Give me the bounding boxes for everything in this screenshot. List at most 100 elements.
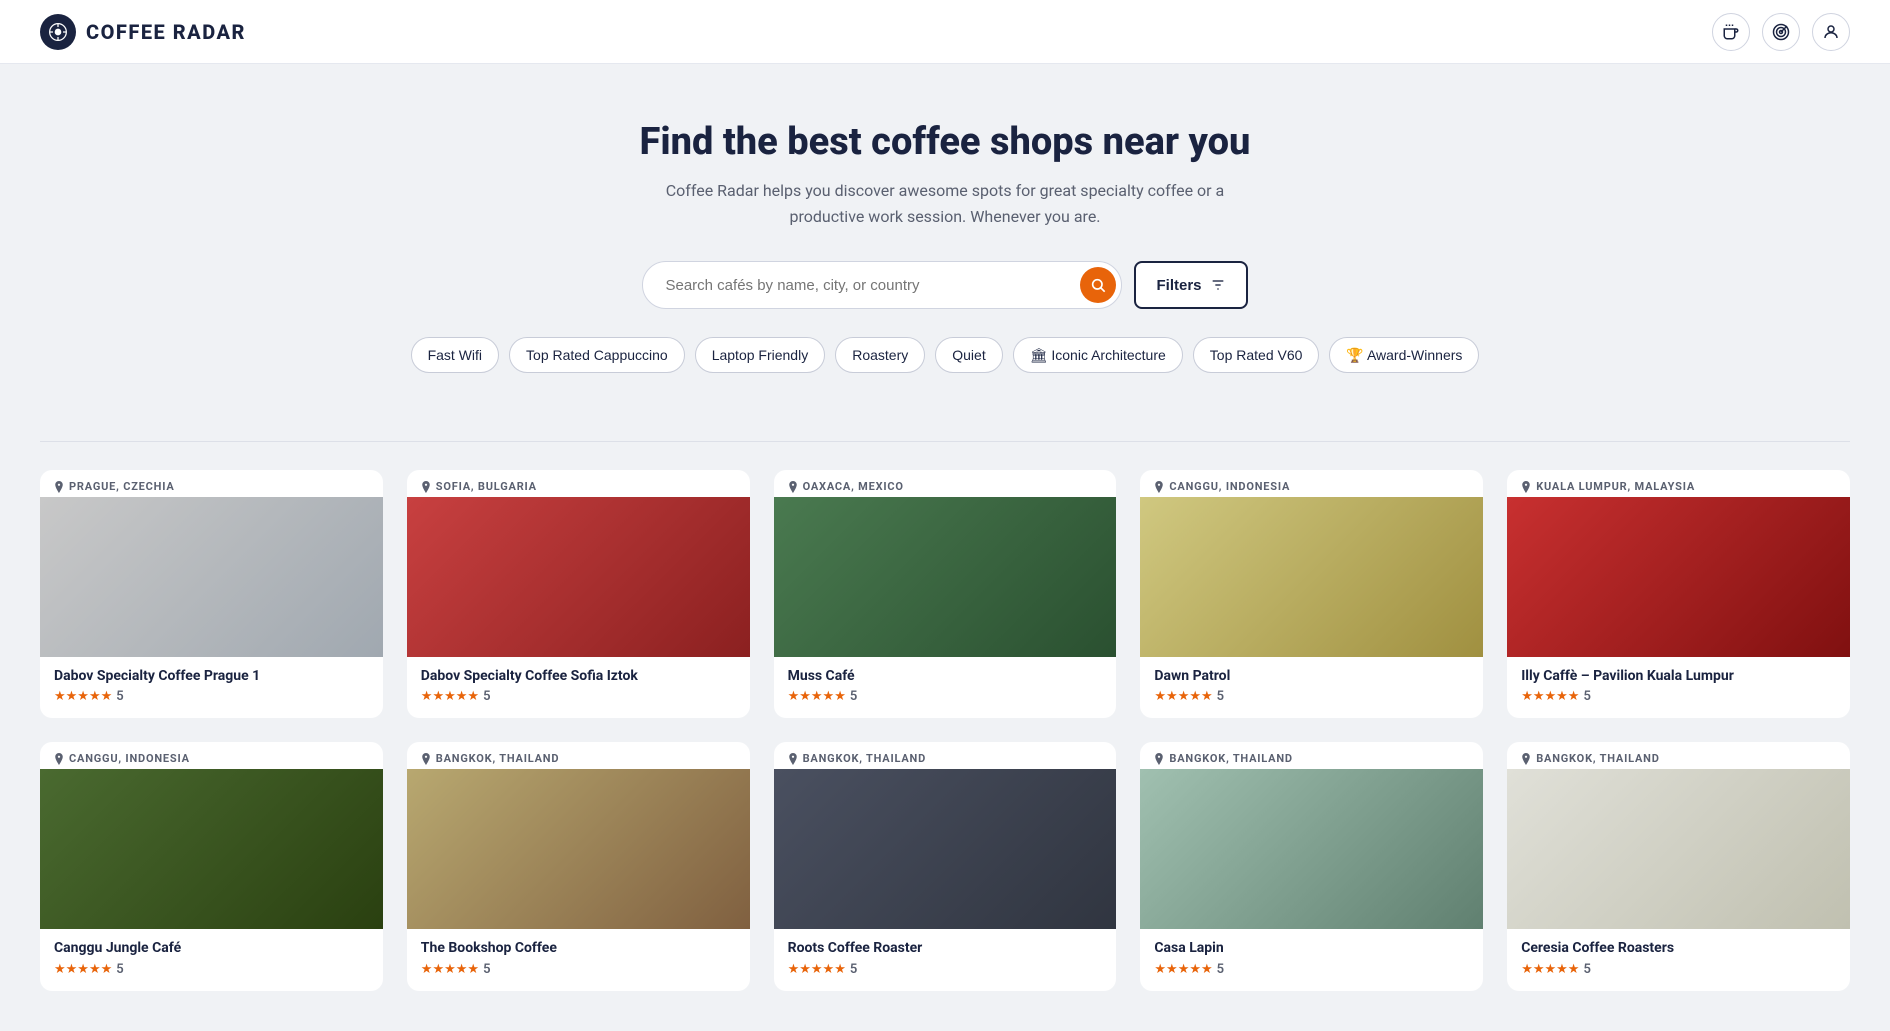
cafe-stars: ★★★★★	[54, 962, 112, 977]
cafe-card-body: Roots Coffee Roaster ★★★★★ 5	[774, 929, 1117, 990]
filter-tag[interactable]: 🏛 Iconic Architecture	[1013, 337, 1183, 373]
cafe-image	[407, 769, 750, 929]
filter-tag[interactable]: Roastery	[835, 337, 925, 373]
cafe-name: Illy Caffè – Pavilion Kuala Lumpur	[1521, 667, 1836, 685]
cafe-stars: ★★★★★	[421, 962, 479, 977]
cafe-name: Canggu Jungle Café	[54, 939, 369, 957]
cafe-rating-number: 5	[483, 962, 490, 977]
cafe-rating-number: 5	[850, 962, 857, 977]
cafe-rating: ★★★★★ 5	[1521, 962, 1836, 977]
cafe-rating-number: 5	[1217, 962, 1224, 977]
cafe-rating: ★★★★★ 5	[1154, 689, 1469, 704]
cafe-card-body: Dawn Patrol ★★★★★ 5	[1140, 657, 1483, 718]
filter-tags: Fast Wifi Top Rated Cappuccino Laptop Frie…	[20, 337, 1870, 373]
cafe-rating: ★★★★★ 5	[421, 962, 736, 977]
cafe-rating-number: 5	[483, 689, 490, 704]
logo-text: COFFEE RADAR	[86, 20, 246, 44]
search-input[interactable]	[642, 261, 1122, 309]
cafe-rating: ★★★★★ 5	[421, 689, 736, 704]
search-wrap	[642, 261, 1122, 309]
cafe-card-body: Muss Café ★★★★★ 5	[774, 657, 1117, 718]
search-button[interactable]	[1080, 267, 1116, 303]
cafe-card[interactable]: Canggu, Indonesia Dawn Patrol ★★★★★ 5	[1140, 470, 1483, 718]
cafe-card[interactable]: Bangkok, Thailand Ceresia Coffee Roaster…	[1507, 742, 1850, 990]
cafe-card-body: Dabov Specialty Coffee Sofia Iztok ★★★★★…	[407, 657, 750, 718]
cafe-rating-number: 5	[116, 689, 123, 704]
cafe-location: Bangkok, Thailand	[774, 742, 1117, 769]
cafe-image	[774, 769, 1117, 929]
cafe-name: Dabov Specialty Coffee Prague 1	[54, 667, 369, 685]
cafe-card-body: Casa Lapin ★★★★★ 5	[1140, 929, 1483, 990]
cafe-card[interactable]: Prague, Czechia Dabov Specialty Coffee P…	[40, 470, 383, 718]
cafe-card[interactable]: Bangkok, Thailand Casa Lapin ★★★★★ 5	[1140, 742, 1483, 990]
cafe-rating-number: 5	[1583, 689, 1590, 704]
filter-tag[interactable]: Top Rated V60	[1193, 337, 1320, 373]
cafe-rating: ★★★★★ 5	[54, 689, 369, 704]
cafe-image	[1507, 769, 1850, 929]
logo-icon	[40, 14, 76, 50]
cafe-name: Casa Lapin	[1154, 939, 1469, 957]
cafe-stars: ★★★★★	[788, 689, 846, 704]
filter-tag[interactable]: Laptop Friendly	[695, 337, 826, 373]
cafe-rating: ★★★★★ 5	[788, 962, 1103, 977]
cafe-location: Canggu, Indonesia	[1140, 470, 1483, 497]
cafe-rating: ★★★★★ 5	[54, 962, 369, 977]
cafe-stars: ★★★★★	[788, 962, 846, 977]
cafe-location: Canggu, Indonesia	[40, 742, 383, 769]
navbar: COFFEE RADAR	[0, 0, 1890, 64]
user-icon-btn[interactable]	[1812, 13, 1850, 51]
cafe-name: Ceresia Coffee Roasters	[1521, 939, 1836, 957]
cafe-card[interactable]: Kuala Lumpur, Malaysia Illy Caffè – Pavi…	[1507, 470, 1850, 718]
cafe-name: Roots Coffee Roaster	[788, 939, 1103, 957]
radar-icon-btn[interactable]	[1762, 13, 1800, 51]
cafe-rating-number: 5	[850, 689, 857, 704]
filter-tag[interactable]: Fast Wifi	[411, 337, 499, 373]
cafe-image	[1507, 497, 1850, 657]
cafe-stars: ★★★★★	[54, 689, 112, 704]
cafe-location: Bangkok, Thailand	[1140, 742, 1483, 769]
search-row: Filters	[20, 261, 1870, 309]
cafe-card[interactable]: Bangkok, Thailand Roots Coffee Roaster ★…	[774, 742, 1117, 990]
filter-tag[interactable]: Top Rated Cappuccino	[509, 337, 685, 373]
cafe-rating: ★★★★★ 5	[1521, 689, 1836, 704]
cafe-location: Bangkok, Thailand	[1507, 742, 1850, 769]
cafe-rating: ★★★★★ 5	[1154, 962, 1469, 977]
cafe-name: Dabov Specialty Coffee Sofia Iztok	[421, 667, 736, 685]
cafe-card-body: Ceresia Coffee Roasters ★★★★★ 5	[1507, 929, 1850, 990]
cafe-location: Prague, Czechia	[40, 470, 383, 497]
logo[interactable]: COFFEE RADAR	[40, 14, 246, 50]
coffee-icon-btn[interactable]	[1712, 13, 1750, 51]
cafe-stars: ★★★★★	[1521, 689, 1579, 704]
cafe-card[interactable]: Canggu, Indonesia Canggu Jungle Café ★★★…	[40, 742, 383, 990]
filter-tag[interactable]: Quiet	[935, 337, 1002, 373]
cafe-rating-number: 5	[1583, 962, 1590, 977]
cafe-card[interactable]: Bangkok, Thailand The Bookshop Coffee ★★…	[407, 742, 750, 990]
cafe-rating: ★★★★★ 5	[788, 689, 1103, 704]
cafe-image	[774, 497, 1117, 657]
cafe-card-body: Illy Caffè – Pavilion Kuala Lumpur ★★★★★…	[1507, 657, 1850, 718]
cafe-image	[1140, 497, 1483, 657]
cafe-grid: Prague, Czechia Dabov Specialty Coffee P…	[40, 470, 1850, 990]
cafe-image	[407, 497, 750, 657]
cafe-image	[40, 769, 383, 929]
cafe-name: Muss Café	[788, 667, 1103, 685]
hero-subtitle: Coffee Radar helps you discover awesome …	[645, 178, 1245, 229]
cafe-location: Kuala Lumpur, Malaysia	[1507, 470, 1850, 497]
hero-title: Find the best coffee shops near you	[20, 120, 1870, 164]
cafe-image	[40, 497, 383, 657]
cafe-rating-number: 5	[1217, 689, 1224, 704]
divider	[40, 441, 1850, 442]
cafe-stars: ★★★★★	[1154, 962, 1212, 977]
hero-section: Find the best coffee shops near you Coff…	[0, 64, 1890, 441]
cafe-image	[1140, 769, 1483, 929]
cafe-card-body: The Bookshop Coffee ★★★★★ 5	[407, 929, 750, 990]
cafe-card[interactable]: Oaxaca, Mexico Muss Café ★★★★★ 5	[774, 470, 1117, 718]
cafe-grid-section: Prague, Czechia Dabov Specialty Coffee P…	[0, 470, 1890, 1030]
cafe-location: Bangkok, Thailand	[407, 742, 750, 769]
filters-button[interactable]: Filters	[1134, 261, 1247, 309]
filter-tag[interactable]: 🏆 Award-Winners	[1329, 337, 1479, 373]
cafe-location: Sofia, Bulgaria	[407, 470, 750, 497]
cafe-card[interactable]: Sofia, Bulgaria Dabov Specialty Coffee S…	[407, 470, 750, 718]
nav-icon-group	[1712, 13, 1850, 51]
filters-label: Filters	[1156, 277, 1201, 294]
